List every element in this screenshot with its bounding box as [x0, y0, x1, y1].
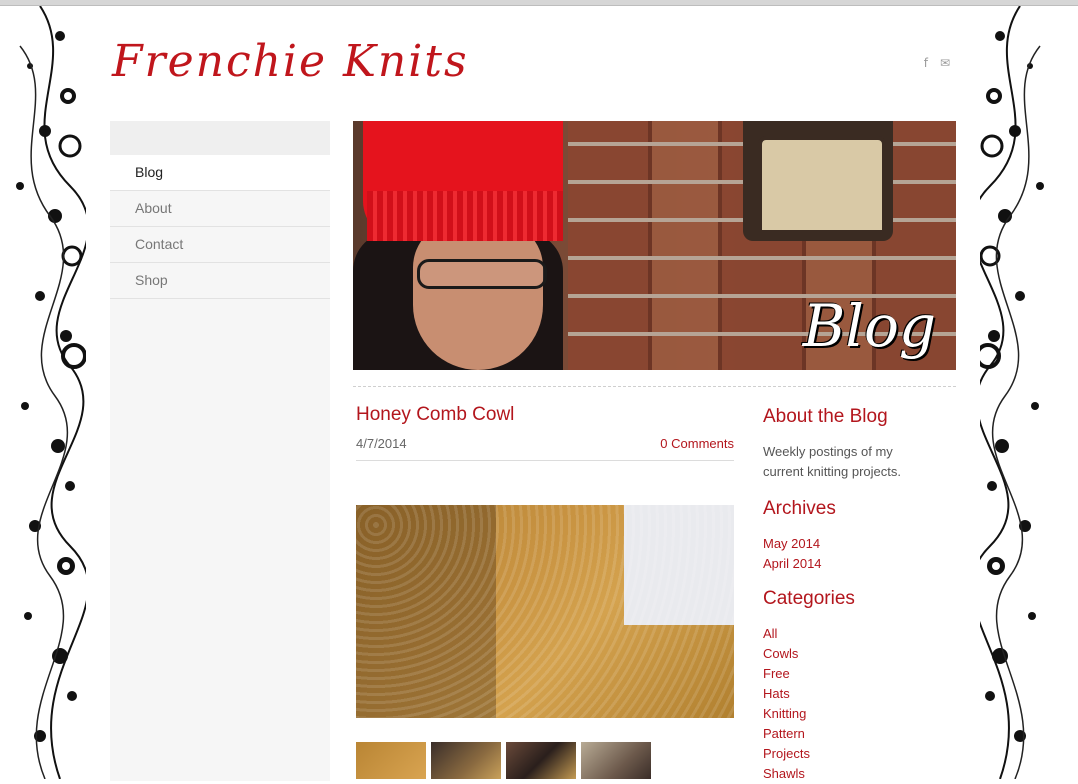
hero-face — [413, 221, 543, 370]
category-link-shawls[interactable]: Shawls — [763, 764, 855, 784]
facebook-icon[interactable]: f — [924, 56, 928, 70]
nav-item-shop[interactable]: Shop — [110, 263, 330, 299]
thumbnail-4[interactable] — [581, 742, 651, 779]
post-comments-link[interactable]: 0 Comments — [660, 436, 734, 451]
category-link-knitting[interactable]: Knitting — [763, 704, 855, 724]
sidebar-nav: Blog About Contact Shop — [110, 121, 330, 781]
post-image-knit-texture — [356, 505, 734, 718]
hero-lamp-glass — [758, 136, 886, 234]
nav-item-about[interactable]: About — [110, 191, 330, 227]
archive-link-april-2014[interactable]: April 2014 — [763, 554, 836, 574]
nav-item-contact[interactable]: Contact — [110, 227, 330, 263]
sidebar-top-bar — [110, 121, 330, 155]
thumbnail-2[interactable] — [431, 742, 501, 779]
categories-title: Categories — [763, 588, 855, 609]
category-link-cowls[interactable]: Cowls — [763, 644, 855, 664]
hero-banner: Blog — [353, 121, 956, 370]
about-section: About the Blog Weekly postings of my cur… — [763, 406, 923, 482]
post-title[interactable]: Honey Comb Cowl — [356, 404, 514, 426]
categories-section: Categories All Cowls Free Hats Knitting … — [763, 588, 855, 784]
archives-title: Archives — [763, 498, 836, 519]
category-link-all[interactable]: All — [763, 624, 855, 644]
nav-item-blog[interactable]: Blog — [110, 155, 330, 191]
archives-section: Archives May 2014 April 2014 — [763, 498, 836, 574]
category-link-free[interactable]: Free — [763, 664, 855, 684]
about-title: About the Blog — [763, 406, 888, 427]
thumbnail-1[interactable] — [356, 742, 426, 779]
hero-label: Blog — [802, 292, 936, 360]
content-divider — [353, 386, 956, 387]
mail-icon[interactable]: ✉ — [940, 56, 950, 70]
post-date: 4/7/2014 — [356, 436, 407, 451]
post-thumbnails — [356, 742, 651, 779]
decorative-border-right — [980, 6, 1078, 779]
about-text: Weekly postings of my current knitting p… — [763, 444, 902, 479]
category-link-projects[interactable]: Projects — [763, 744, 855, 764]
site-logo[interactable]: Frenchie Knits — [112, 36, 469, 87]
decorative-border-left — [0, 6, 86, 779]
archive-link-may-2014[interactable]: May 2014 — [763, 534, 836, 554]
category-link-pattern[interactable]: Pattern — [763, 724, 855, 744]
hero-hat-band — [367, 191, 563, 241]
floral-pattern-right — [980, 6, 1044, 779]
post-image[interactable] — [356, 505, 734, 718]
social-links: f ✉ — [924, 56, 950, 70]
thumbnail-3[interactable] — [506, 742, 576, 779]
hero-glasses — [417, 259, 547, 289]
category-link-hats[interactable]: Hats — [763, 684, 855, 704]
floral-pattern-left — [16, 6, 86, 779]
page-container: Frenchie Knits f ✉ Blog About Contact Sh… — [86, 6, 980, 781]
post-meta: 4/7/2014 0 Comments — [356, 436, 734, 461]
